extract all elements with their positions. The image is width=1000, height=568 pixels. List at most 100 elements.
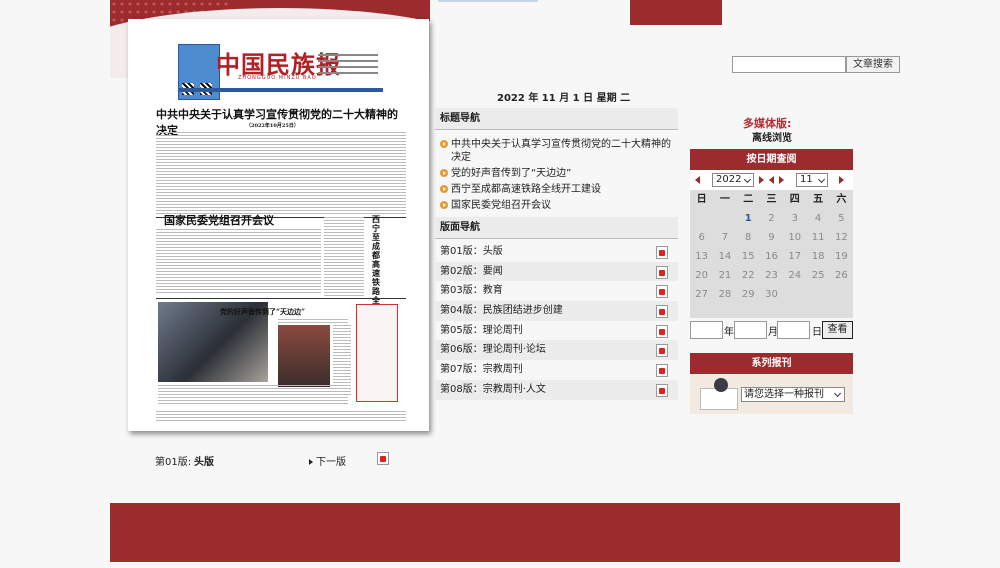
calendar-day[interactable]: 26 bbox=[830, 266, 853, 285]
header-strip bbox=[438, 0, 538, 2]
calendar-day[interactable]: 1 bbox=[737, 209, 760, 228]
calendar-day[interactable]: 10 bbox=[783, 228, 806, 247]
year-select[interactable]: 2022 bbox=[712, 173, 754, 187]
title-nav-item[interactable]: 国家民委党组召开会议 bbox=[438, 199, 678, 212]
paper-photo-caption[interactable]: 党的好声音传到了“天边边” bbox=[220, 307, 305, 317]
newspaper-logo-sub: ZHONGGUO MINZU BAO bbox=[238, 75, 317, 81]
calendar-day[interactable]: 17 bbox=[783, 247, 806, 266]
calendar-day[interactable]: 4 bbox=[806, 209, 829, 228]
calendar-day[interactable]: 30 bbox=[760, 285, 783, 304]
calendar-grid: 日一二三四五六 1 2 3 4 5 6 7 8 9 10 11 12 13 14 15 16 17 18 19 20 21… bbox=[690, 190, 853, 318]
calendar-day[interactable]: 23 bbox=[760, 266, 783, 285]
next-month-icon[interactable] bbox=[779, 176, 784, 184]
calendar-day[interactable]: 11 bbox=[806, 228, 829, 247]
calendar-day[interactable]: 29 bbox=[737, 285, 760, 304]
title-nav-item[interactable]: 党的好声音传到了“天边边” bbox=[438, 167, 678, 180]
pdf-icon[interactable] bbox=[656, 246, 668, 259]
next-month-icon[interactable] bbox=[839, 176, 844, 184]
calendar-day[interactable]: 25 bbox=[806, 266, 829, 285]
bullet-arrow-icon bbox=[440, 169, 448, 177]
calendar-weekday: 六 bbox=[836, 194, 847, 205]
date-query-button[interactable]: 查看 bbox=[822, 321, 853, 339]
calendar-day[interactable]: 22 bbox=[737, 266, 760, 285]
calendar-day[interactable]: 14 bbox=[713, 247, 736, 266]
page-nav-item-label: 第01版：头版 bbox=[440, 246, 503, 257]
pdf-icon[interactable] bbox=[656, 305, 668, 319]
pdf-icon[interactable] bbox=[656, 265, 668, 279]
month-select[interactable]: 11 bbox=[796, 173, 828, 187]
calendar-day[interactable]: 18 bbox=[806, 247, 829, 266]
pdf-icon[interactable] bbox=[656, 364, 668, 378]
title-nav-item-label: 中共中央关于认真学习宣传贯彻党的二十大精神的决定 bbox=[451, 139, 671, 163]
page-footer bbox=[110, 503, 900, 562]
newspaper-page-image[interactable]: 中国民族报 ZHONGGUO MINZU BAO 中共中央关于认真学习宣传贯彻党… bbox=[128, 19, 429, 431]
page-nav-item[interactable]: 第07版：宗教周刊 bbox=[435, 360, 678, 380]
month-select-value: 11 bbox=[800, 174, 813, 185]
calendar-day[interactable]: 28 bbox=[713, 285, 736, 304]
calendar-day[interactable]: 16 bbox=[760, 247, 783, 266]
calendar-day[interactable]: 9 bbox=[760, 228, 783, 247]
prev-year-icon[interactable] bbox=[695, 176, 700, 184]
search-input[interactable] bbox=[732, 56, 846, 73]
article-text-block bbox=[158, 385, 348, 405]
reader-icon bbox=[714, 378, 728, 392]
calendar-weekday: 日 bbox=[696, 194, 707, 205]
prev-month-icon[interactable] bbox=[769, 176, 774, 184]
calendar-day[interactable]: 19 bbox=[830, 247, 853, 266]
day-input-label: 日 bbox=[812, 327, 822, 338]
calendar-day[interactable]: 7 bbox=[713, 228, 736, 247]
series-select-value: 请您选择一种报刊 bbox=[744, 389, 824, 400]
page-nav-item-label: 第06版：理论周刊·论坛 bbox=[440, 344, 546, 356]
calendar-day[interactable]: 3 bbox=[783, 209, 806, 228]
pdf-icon[interactable] bbox=[656, 344, 668, 358]
page-nav-item[interactable]: 第08版：宗教周刊·人文 bbox=[435, 379, 678, 400]
page-nav-item[interactable]: 第05版：理论周刊 bbox=[435, 321, 678, 341]
calendar-day[interactable]: 13 bbox=[690, 247, 713, 266]
pdf-icon[interactable] bbox=[656, 324, 668, 338]
pdf-icon[interactable] bbox=[656, 383, 668, 397]
year-input[interactable] bbox=[690, 321, 723, 339]
calendar-weekday: 二 bbox=[743, 194, 754, 205]
month-input[interactable] bbox=[734, 321, 767, 339]
pdf-icon[interactable] bbox=[377, 452, 389, 465]
next-page-label: 下一版 bbox=[316, 457, 346, 468]
day-input[interactable] bbox=[777, 321, 810, 339]
bullet-arrow-icon bbox=[440, 140, 448, 148]
title-nav-item[interactable]: 中共中央关于认真学习宣传贯彻党的二十大精神的决定 bbox=[438, 138, 678, 164]
title-nav-item[interactable]: 西宁至成都高速铁路全线开工建设 bbox=[438, 183, 678, 196]
calendar-day[interactable]: 27 bbox=[690, 285, 713, 304]
calendar-weekday: 四 bbox=[789, 194, 800, 205]
page-nav-item[interactable]: 第01版：头版 bbox=[435, 242, 678, 262]
year-select-value: 2022 bbox=[716, 174, 742, 185]
next-year-icon[interactable] bbox=[759, 176, 764, 184]
calendar-day[interactable]: 6 bbox=[690, 228, 713, 247]
calendar-day[interactable]: 8 bbox=[737, 228, 760, 247]
article-text-block bbox=[324, 217, 364, 297]
chevron-down-icon bbox=[817, 175, 826, 184]
page-nav-item[interactable]: 第06版：理论周刊·论坛 bbox=[435, 340, 678, 361]
year-input-label: 年 bbox=[724, 327, 734, 338]
calendar-day[interactable]: 15 bbox=[737, 247, 760, 266]
title-nav-heading: 标题导航 bbox=[435, 108, 678, 130]
calendar-day[interactable]: 20 bbox=[690, 266, 713, 285]
calendar-day[interactable]: 24 bbox=[783, 266, 806, 285]
calendar-weekday: 一 bbox=[719, 194, 730, 205]
calendar-day[interactable]: 5 bbox=[830, 209, 853, 228]
calendar-day[interactable]: 21 bbox=[713, 266, 736, 285]
page-nav-item[interactable]: 第03版：教育 bbox=[435, 281, 678, 301]
title-nav-item-label: 党的好声音传到了“天边边” bbox=[451, 168, 572, 179]
series-select[interactable]: 请您选择一种报刊 bbox=[741, 387, 845, 402]
bullet-arrow-icon bbox=[440, 201, 448, 209]
next-page-link[interactable]: 下一版 bbox=[309, 453, 346, 468]
page-nav-item[interactable]: 第04版：民族团结进步创建 bbox=[435, 301, 678, 321]
calendar-day[interactable]: 12 bbox=[830, 228, 853, 247]
paper-subhead[interactable]: 国家民委党组召开会议 bbox=[164, 212, 274, 228]
chevron-down-icon bbox=[743, 175, 752, 184]
page-nav-item-label: 第04版：民族团结进步创建 bbox=[440, 305, 563, 317]
page-nav-item[interactable]: 第02版：要闻 bbox=[435, 261, 678, 282]
title-nav-item-label: 西宁至成都高速铁路全线开工建设 bbox=[451, 184, 601, 195]
offline-browse-link[interactable]: 离线浏览 bbox=[752, 129, 792, 144]
search-button[interactable]: 文章搜索 bbox=[846, 56, 900, 73]
pdf-icon[interactable] bbox=[656, 285, 668, 299]
calendar-day[interactable]: 2 bbox=[760, 209, 783, 228]
